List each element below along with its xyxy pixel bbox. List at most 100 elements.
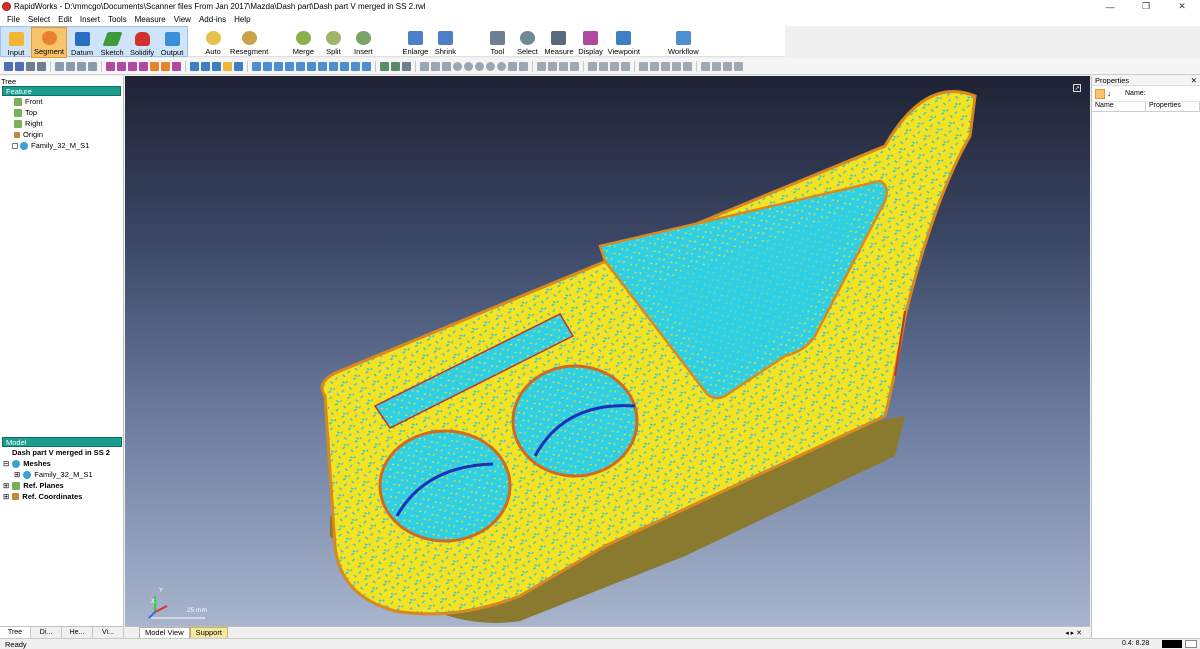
- display-mode-icon[interactable]: [340, 61, 349, 71]
- arc-icon[interactable]: [497, 61, 506, 71]
- dimension-icon[interactable]: [519, 61, 528, 71]
- output-button[interactable]: Output: [157, 27, 187, 58]
- select-filter-icon[interactable]: [150, 61, 159, 71]
- tree-item-family-feature[interactable]: Family_32_M_S1: [0, 140, 123, 151]
- feature-section-header[interactable]: Feature: [2, 86, 121, 96]
- maximize-button[interactable]: ❐: [1128, 0, 1164, 13]
- menu-edit[interactable]: Edit: [58, 15, 72, 24]
- menu-select[interactable]: Select: [28, 15, 50, 24]
- menu-file[interactable]: File: [7, 15, 20, 24]
- viewpoint-button[interactable]: Viewpoint: [606, 26, 642, 57]
- model-section-header[interactable]: Model: [2, 437, 122, 447]
- menu-tools[interactable]: Tools: [108, 15, 127, 24]
- offset-icon[interactable]: [599, 61, 608, 71]
- display-mode-icon[interactable]: [351, 61, 360, 71]
- tab-scroll-icons[interactable]: ◂ ▸ ✕: [1060, 627, 1090, 639]
- copy-icon[interactable]: [672, 61, 681, 71]
- line-icon[interactable]: [431, 61, 440, 71]
- workflow-button[interactable]: Workflow: [666, 26, 701, 57]
- view-cube-icon[interactable]: [190, 61, 199, 71]
- constraint-icon[interactable]: [548, 61, 557, 71]
- redo-icon[interactable]: [37, 61, 46, 71]
- zoom-out-icon[interactable]: [77, 61, 86, 71]
- input-button[interactable]: Input: [1, 27, 31, 58]
- display-mode-icon[interactable]: [285, 61, 294, 71]
- circle-icon[interactable]: [475, 61, 484, 71]
- menu-insert[interactable]: Insert: [80, 15, 100, 24]
- display-mode-icon[interactable]: [362, 61, 371, 71]
- select-filter-icon[interactable]: [139, 61, 148, 71]
- display-mode-icon[interactable]: [274, 61, 283, 71]
- solidify-button[interactable]: Solidify: [127, 27, 157, 58]
- enlarge-button[interactable]: Enlarge: [400, 26, 430, 57]
- select-filter-icon[interactable]: [106, 61, 115, 71]
- expand-icon[interactable]: ⊟: [3, 459, 9, 468]
- constraint-icon[interactable]: [570, 61, 579, 71]
- mesh-tool-icon[interactable]: [391, 61, 400, 71]
- model-viewport[interactable]: Y X 25 mm ↗: [125, 76, 1090, 626]
- menu-measure[interactable]: Measure: [135, 15, 166, 24]
- datum-button[interactable]: Datum: [67, 27, 97, 58]
- categorized-icon[interactable]: [1095, 88, 1105, 99]
- view-cube-icon[interactable]: [234, 61, 243, 71]
- select-filter-icon[interactable]: [117, 61, 126, 71]
- zoom-in-icon[interactable]: [66, 61, 75, 71]
- view-cube-icon[interactable]: [212, 61, 221, 71]
- tab-tree[interactable]: Tree: [0, 627, 31, 638]
- circle-icon[interactable]: [464, 61, 473, 71]
- clip-icon[interactable]: [701, 61, 710, 71]
- tab-help[interactable]: He...: [62, 627, 93, 638]
- view-cube-icon[interactable]: [201, 61, 210, 71]
- clip-icon[interactable]: [712, 61, 721, 71]
- point-icon[interactable]: [420, 61, 429, 71]
- select-button[interactable]: Select: [512, 26, 542, 57]
- constraint-icon[interactable]: [537, 61, 546, 71]
- segment-button[interactable]: Segment: [31, 27, 68, 58]
- trim-icon[interactable]: [588, 61, 597, 71]
- clip-icon[interactable]: [734, 61, 743, 71]
- resegment-button[interactable]: Resegment: [228, 26, 270, 57]
- display-mode-icon[interactable]: [318, 61, 327, 71]
- tab-view[interactable]: Vi...: [93, 627, 124, 638]
- measure-button[interactable]: Measure: [542, 26, 575, 57]
- tree-item-front[interactable]: Front: [0, 96, 123, 107]
- menu-help[interactable]: Help: [234, 15, 250, 24]
- copy-icon[interactable]: [650, 61, 659, 71]
- auto-button[interactable]: Auto: [198, 26, 228, 57]
- display-button[interactable]: Display: [576, 26, 606, 57]
- arc-icon[interactable]: [486, 61, 495, 71]
- close-icon[interactable]: ✕: [1191, 76, 1200, 85]
- display-mode-icon[interactable]: [263, 61, 272, 71]
- mesh-tool-icon[interactable]: [402, 61, 411, 71]
- tree-item-ref-coordinates[interactable]: ⊞ Ref. Coordinates: [0, 491, 124, 502]
- zoom-window-icon[interactable]: [88, 61, 97, 71]
- expand-icon[interactable]: ⊞: [3, 481, 9, 490]
- split-button[interactable]: Split: [318, 26, 348, 57]
- select-filter-icon[interactable]: [172, 61, 181, 71]
- tree-item-meshes[interactable]: ⊟ Meshes: [0, 458, 124, 469]
- view-cube-icon[interactable]: [223, 61, 232, 71]
- menu-add-ins[interactable]: Add-ins: [199, 15, 226, 24]
- expand-icon[interactable]: ⊞: [14, 470, 20, 479]
- tree-item-right[interactable]: Right: [0, 118, 123, 129]
- merge-button[interactable]: Merge: [288, 26, 318, 57]
- viewport-expand-icon[interactable]: ↗: [1073, 84, 1081, 92]
- tree-item-top[interactable]: Top: [0, 107, 123, 118]
- select-filter-icon[interactable]: [161, 61, 170, 71]
- shrink-button[interactable]: Shrink: [430, 26, 460, 57]
- sketch-button[interactable]: Sketch: [97, 27, 127, 58]
- expand-icon[interactable]: ⊞: [3, 492, 9, 501]
- copy-icon[interactable]: [683, 61, 692, 71]
- constraint-icon[interactable]: [559, 61, 568, 71]
- tab-display[interactable]: Di...: [31, 627, 62, 638]
- tab-support[interactable]: Support: [189, 626, 228, 639]
- display-mode-icon[interactable]: [307, 61, 316, 71]
- tree-item-ref-planes[interactable]: ⊞ Ref. Planes: [0, 480, 124, 491]
- pattern-icon[interactable]: [621, 61, 630, 71]
- clip-icon[interactable]: [723, 61, 732, 71]
- menu-view[interactable]: View: [174, 15, 191, 24]
- copy-icon[interactable]: [661, 61, 670, 71]
- rectangle-icon[interactable]: [442, 61, 451, 71]
- tool-button[interactable]: Tool: [482, 26, 512, 57]
- sort-icon[interactable]: ↓: [1107, 89, 1111, 98]
